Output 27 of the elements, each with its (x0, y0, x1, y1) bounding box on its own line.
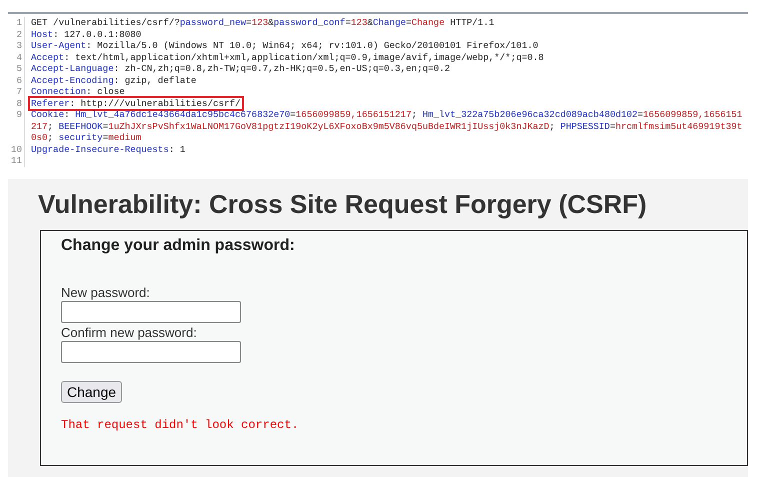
error-message: That request didn't look correct. (61, 418, 300, 432)
line-number: 3 (8, 40, 25, 52)
password-field[interactable] (61, 340, 241, 362)
change-button[interactable]: Change (61, 380, 122, 402)
code-line: Upgrade-Insecure-Requests: 1 (30, 142, 186, 156)
page-title: Vulnerability: Cross Site Request Forgery (CSRF) (38, 188, 648, 220)
line-number: 4 (8, 52, 25, 63)
code-line: Accept-Encoding: gzip, deflate (30, 74, 198, 87)
field-label: New password: (61, 284, 151, 300)
code-line: GET /vulnerabilities/csrf/?password_new=123&password_conf=123&Change=Change HTTP/1.1 (30, 16, 496, 30)
code-line: Host: 127.0.0.1:8080 (30, 28, 142, 41)
line-number: 10 (8, 144, 25, 155)
line-number: 9 (8, 109, 25, 144)
line-number: 2 (8, 28, 25, 40)
form-heading: Change your admin password: (61, 236, 296, 254)
line-number: 11 (8, 155, 25, 166)
password-field[interactable] (61, 300, 241, 322)
line-number: 6 (8, 74, 25, 86)
field-label: Confirm new password: (61, 324, 198, 340)
line-number: 8 (8, 98, 25, 109)
line-number: 5 (8, 63, 25, 74)
line-number: 7 (8, 86, 25, 98)
code-line: Accept: text/html,application/xhtml+xml,application/xml;q=0.9,image/avif,image/webp,*/*;q=0.8 (30, 50, 545, 64)
code-line: User-Agent: Mozilla/5.0 (Windows NT 10.0; Win64; x64; rv:101.0) Gecko/20100101 Firefox/101.0 (30, 39, 540, 53)
code-line: Accept-Language: zh-CN,zh;q=0.8,zh-TW;q=0.7,zh-HK;q=0.5,en-US;q=0.3,en;q=0.2 (30, 62, 452, 76)
line-number: 1 (8, 17, 25, 28)
code-line: Cookie: Hm_lvt_4a76dc1e43664da1c95bc4c676832e70=1656099859,1656151217; Hm_lvt_322a75b206e96ca32cd089acb480d102=1656099859,1656151217; BEEFHOOK=1uZhJXrsPvShfx1WaLNOM17GoV81pgtzI19oK2yL6XFoxoBx9m5V86vq5uBdeIWR1jIUssj0k3nJKazD; PHPSESSID=hrcmlfmsim5ut469919t39t0s0; security=medium (30, 108, 744, 145)
